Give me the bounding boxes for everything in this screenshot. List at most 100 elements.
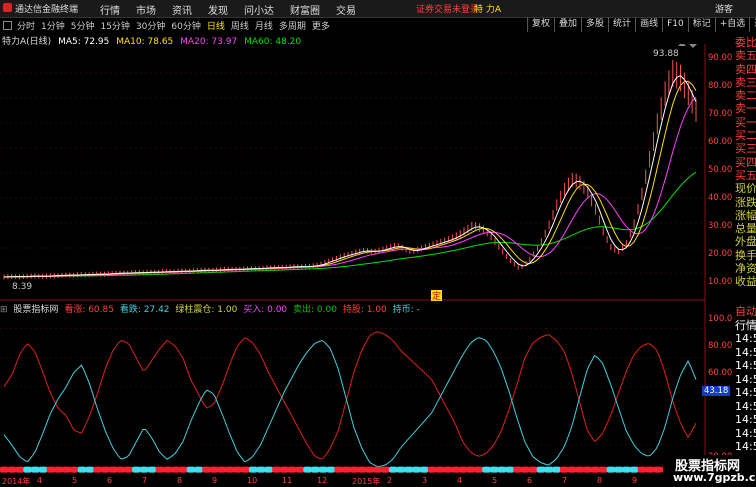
menu-item-ask[interactable]: 问小达 — [236, 1, 282, 18]
axis-ind-tick: 100.0 — [708, 314, 733, 324]
date-tick: 10 — [247, 476, 258, 485]
axis-price-tick: 40.00 — [708, 193, 733, 203]
signal-segment — [435, 466, 444, 473]
tab-30min[interactable]: 30分钟 — [133, 18, 168, 32]
tick-time-label: 14:5 — [735, 332, 756, 345]
signal-segment — [357, 466, 367, 473]
signal-segment — [560, 466, 569, 473]
signal-segment — [163, 466, 172, 473]
tab-multi-period[interactable]: 多周期 — [276, 18, 309, 32]
axis-price-tick: 30.00 — [708, 221, 733, 231]
quote-field-label: 外盘 — [735, 235, 756, 249]
tick-time-label: 14:5 — [735, 440, 756, 453]
high-price-mark: 93.88 — [653, 49, 679, 59]
tick-time-label: 14:5 — [735, 372, 756, 386]
menu-item-trade[interactable]: 交易 — [328, 1, 364, 18]
axis-price-tick: 90.00 — [708, 53, 733, 63]
signal-segment — [15, 466, 24, 473]
signal-segment — [404, 466, 413, 473]
menu-item-discover[interactable]: 发现 — [200, 1, 236, 18]
tab-weekly[interactable]: 周线 — [228, 18, 252, 32]
signal-segment — [303, 466, 312, 473]
indicator-cash-value: 持币: - — [392, 305, 420, 315]
tick-time-label: 14:5 — [735, 399, 756, 413]
signal-segment — [606, 466, 616, 473]
indicator-name[interactable]: 股票指标网 — [13, 305, 58, 315]
menu-item-quotes[interactable]: 行情 — [92, 1, 128, 18]
date-tick: 6 — [527, 476, 533, 485]
marker-text: 定 — [432, 290, 441, 302]
signal-segment — [427, 466, 437, 473]
expand-down-icon[interactable] — [689, 44, 697, 48]
date-tick: 2015年 — [352, 477, 381, 486]
tick-time-label: 14:5 — [735, 359, 756, 372]
date-axis: 2014年4567891011122015年2345678910 — [0, 476, 705, 487]
toolbar-f10[interactable]: F10 — [662, 17, 688, 32]
menu-item-wealth[interactable]: 财富圈 — [282, 1, 328, 18]
expand-up-icon[interactable] — [678, 44, 686, 46]
price-axis: 90.00 80.00 70.00 60.00 50.00 40.00 30.0… — [706, 40, 735, 305]
signal-segment — [474, 466, 483, 473]
indicator-up-value: 看涨: 60.85 — [64, 305, 114, 315]
menu-item-news[interactable]: 资讯 — [164, 1, 200, 18]
tab-monthly[interactable]: 月线 — [252, 18, 276, 32]
toolbar-multi-stock[interactable]: 多股 — [581, 17, 608, 32]
signal-segment — [381, 466, 390, 473]
login-notice[interactable]: 证券交易未登录 — [416, 2, 479, 15]
tab-timeshare[interactable]: 分时 — [14, 18, 38, 32]
signal-segment — [544, 466, 553, 473]
quote-field-label: 净资 — [735, 262, 756, 276]
toolbar-back[interactable]: 返回 — [749, 17, 756, 32]
ma5-line — [3, 74, 697, 278]
toolbar-statistics[interactable]: 统计 — [608, 17, 635, 32]
signal-segment — [521, 466, 530, 473]
tab-1min[interactable]: 1分钟 — [38, 18, 68, 32]
tab-60min[interactable]: 60分钟 — [168, 18, 203, 32]
chart-area[interactable]: 93.88 8.39 定 — [0, 44, 735, 476]
signal-segment — [77, 466, 87, 473]
tab-more[interactable]: 更多 — [309, 18, 333, 32]
signal-segment — [311, 466, 320, 473]
title-bar: 通达信金融终端 行情 市场 资讯 发现 问小达 财富圈 交易 证券交易未登录 特… — [0, 0, 756, 18]
toolbar-restore-rights[interactable]: 复权 — [527, 17, 554, 32]
tab-15min[interactable]: 15分钟 — [97, 18, 132, 32]
signal-segment — [85, 466, 94, 473]
signal-segment — [295, 466, 304, 473]
signal-segment — [350, 466, 359, 473]
axis-price-tick: 70.00 — [708, 109, 733, 119]
indicator-settings-icon[interactable]: ⊞ — [0, 305, 8, 315]
low-price-mark: 8.39 — [12, 282, 32, 292]
signal-segment — [567, 466, 577, 473]
indicator-axis: 100.0 80.00 60.00 43.18 20.00 — [702, 310, 735, 475]
signal-segment — [497, 466, 507, 473]
toolbar-mark[interactable]: 标记 — [687, 17, 715, 32]
signal-segment — [272, 466, 281, 473]
signal-segment — [217, 466, 227, 473]
quote-field-label: 涨跌 — [735, 195, 756, 209]
quote-field-label: 买四 — [735, 155, 756, 169]
stock-name: 特 力A — [474, 5, 502, 15]
quote-field-label: 收益 — [735, 275, 756, 289]
signal-segment — [186, 466, 196, 473]
tick-sidebar: 自动行情14:514:514:514:514:514:514:514:514:5… — [735, 305, 756, 467]
date-tick: 5 — [492, 476, 498, 485]
date-tick: 4 — [37, 476, 43, 485]
signal-segment — [653, 466, 662, 473]
tick-time-label: 14:5 — [735, 426, 756, 440]
tab-daily[interactable]: 日线 — [204, 18, 228, 32]
toolbar-draw-line[interactable]: 画线 — [635, 17, 662, 32]
signal-segment — [225, 466, 234, 473]
date-tick: 4 — [457, 476, 463, 485]
layout-toggle-icon[interactable] — [3, 21, 12, 30]
guest-label[interactable]: 游客 — [715, 2, 733, 15]
watermark-url: www.7gpzb.com — [673, 471, 756, 484]
signal-segment — [31, 466, 40, 473]
signal-segment — [637, 466, 647, 473]
quote-field-label: 卖五 — [735, 49, 756, 63]
menu-item-market[interactable]: 市场 — [128, 1, 164, 18]
toolbar-overlay[interactable]: 叠加 — [554, 17, 581, 32]
tab-5min[interactable]: 5分钟 — [68, 18, 98, 32]
toolbar-add-watchlist[interactable]: +自选 — [714, 17, 750, 32]
main-menu: 行情 市场 资讯 发现 问小达 财富圈 交易 — [92, 1, 364, 18]
app-name: 通达信金融终端 — [15, 5, 79, 15]
